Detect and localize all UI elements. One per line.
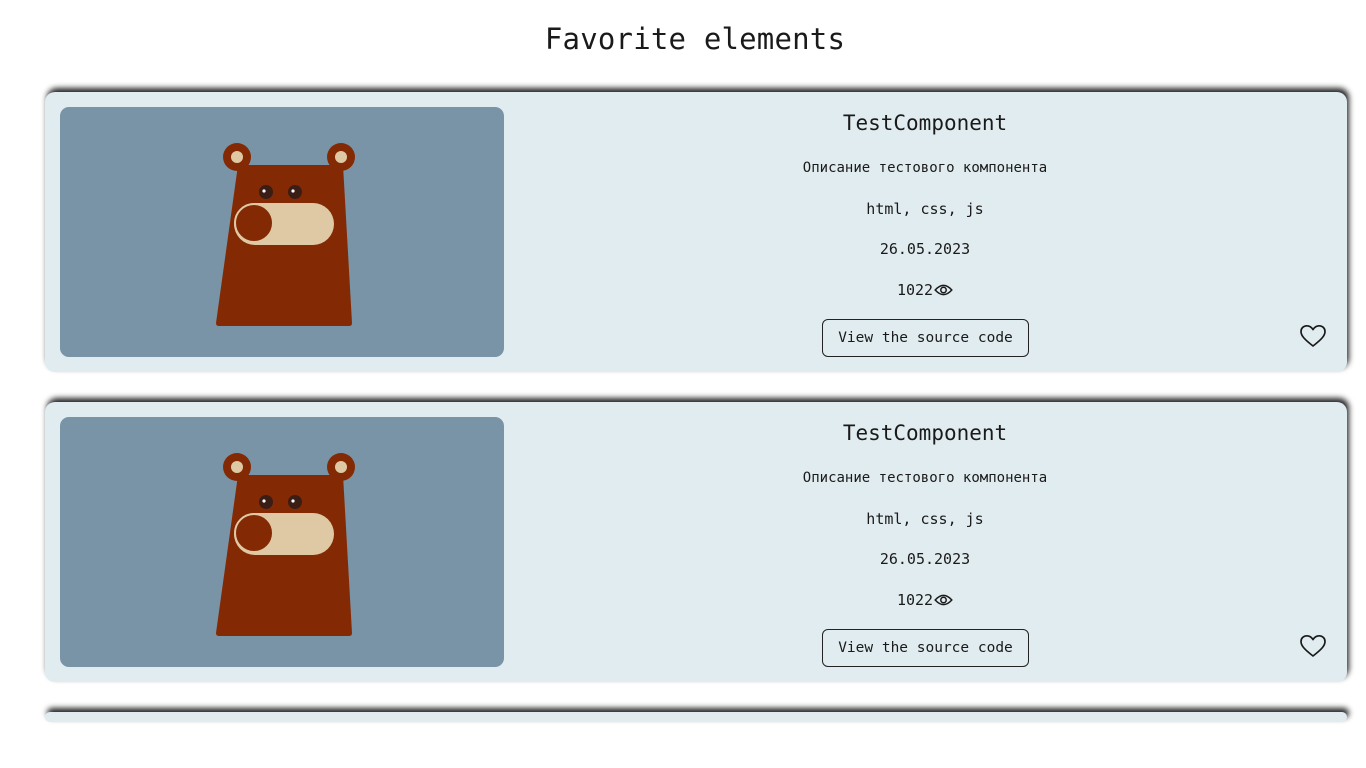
favorites-list: TestComponent Описание тестового компоне… xyxy=(45,92,1347,752)
component-preview[interactable] xyxy=(60,417,504,667)
bear-illustration xyxy=(216,143,355,326)
view-source-button[interactable]: View the source code xyxy=(822,319,1029,357)
bear-illustration xyxy=(216,453,355,636)
component-card xyxy=(45,712,1347,722)
component-title: TestComponent xyxy=(842,111,1008,135)
component-tags: html, css, js xyxy=(866,510,984,528)
view-count-value: 1022 xyxy=(896,281,934,299)
component-info: TestComponent Описание тестового компоне… xyxy=(505,402,1345,682)
heart-icon[interactable] xyxy=(1299,324,1327,352)
component-title: TestComponent xyxy=(842,421,1008,445)
component-description: Описание тестового компонента xyxy=(802,470,1048,486)
component-info: TestComponent Описание тестового компоне… xyxy=(505,92,1345,372)
eye-icon xyxy=(934,283,953,297)
view-count-value: 1022 xyxy=(896,591,934,609)
heart-icon[interactable] xyxy=(1299,634,1327,662)
component-description: Описание тестового компонента xyxy=(802,160,1048,176)
page-title: Favorite elements xyxy=(544,22,846,56)
component-tags: html, css, js xyxy=(866,200,984,218)
view-source-button[interactable]: View the source code xyxy=(822,629,1029,667)
component-card: TestComponent Описание тестового компоне… xyxy=(45,92,1347,372)
component-date: 26.05.2023 xyxy=(879,240,971,258)
component-date: 26.05.2023 xyxy=(879,550,971,568)
component-preview[interactable] xyxy=(60,107,504,357)
eye-icon xyxy=(934,593,953,607)
view-count: 1022 xyxy=(505,281,1345,299)
component-card: TestComponent Описание тестового компоне… xyxy=(45,402,1347,682)
view-count: 1022 xyxy=(505,591,1345,609)
